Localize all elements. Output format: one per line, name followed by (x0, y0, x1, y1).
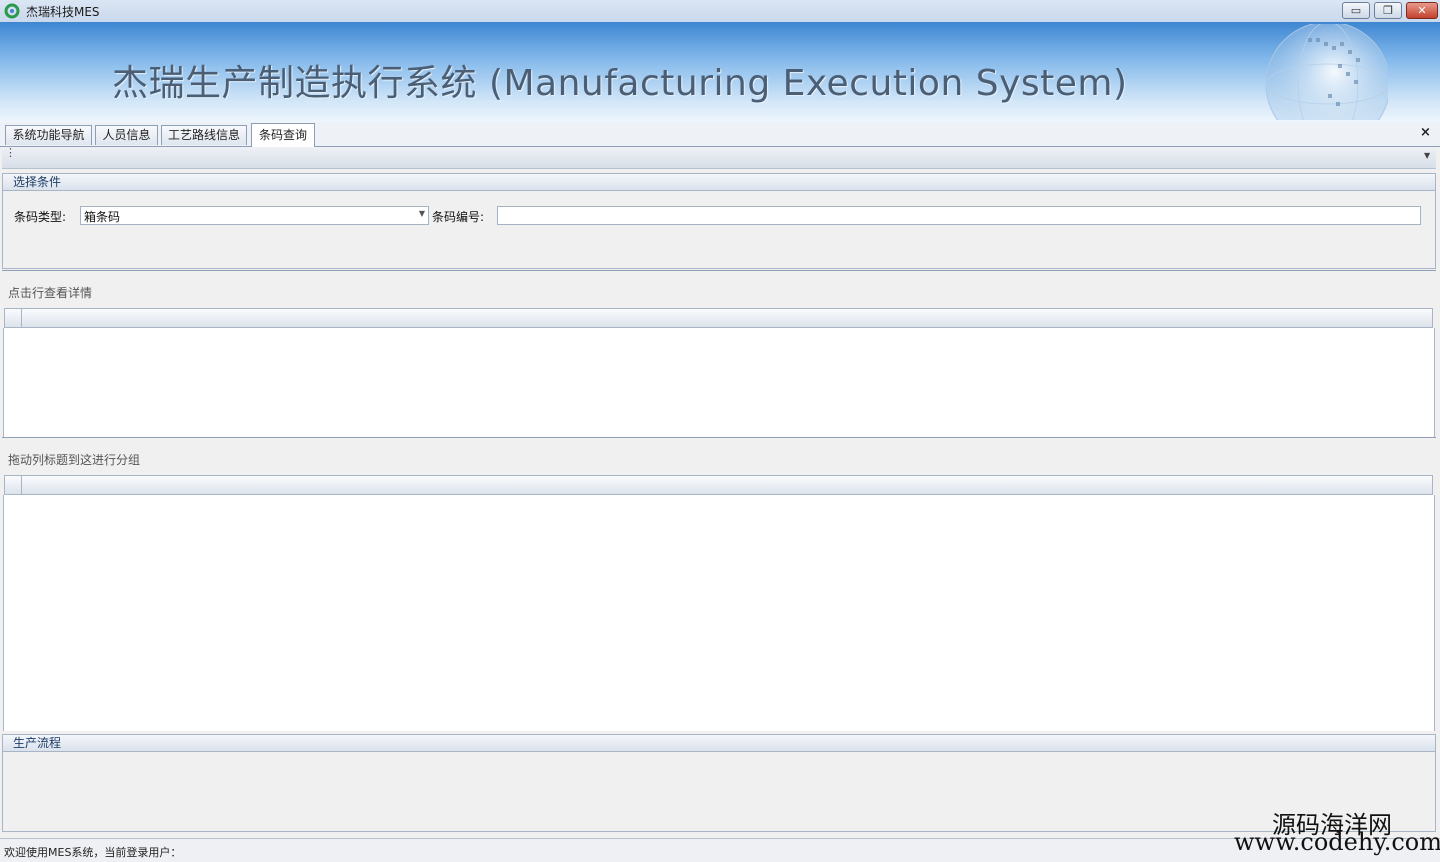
panel-divider[interactable] (2, 437, 1436, 438)
tab-system-navigation[interactable]: 系统功能导航 (5, 125, 92, 145)
status-text: 欢迎使用MES系统，当前登录用户： (4, 846, 182, 859)
watermark-url: www.codehy.com (1234, 828, 1440, 856)
title-bar: 杰瑞科技MES ▭ ❐ ✕ (0, 0, 1440, 23)
chevron-down-icon[interactable]: ▼ (419, 209, 425, 218)
process-group-header: 生产流程 (2, 734, 1436, 752)
barcode-type-value: 箱条码 (84, 210, 121, 224)
app-logo-icon (4, 3, 20, 19)
minimize-icon: ▭ (1350, 4, 1362, 17)
tab-barcode-query[interactable]: 条码查询 (251, 123, 315, 147)
close-button[interactable]: ✕ (1406, 2, 1438, 19)
barcode-number-label: 条码编号: (432, 210, 485, 224)
grid-detail-caption: 点击行查看详情 (8, 286, 93, 300)
tab-process-route[interactable]: 工艺路线信息 (161, 125, 247, 145)
group-panel-caption[interactable]: 拖动列标题到这进行分组 (8, 451, 140, 468)
toolbar-options-icon[interactable]: ▼ (1424, 151, 1430, 160)
condition-group-header: 选择条件 (2, 173, 1436, 191)
globe-graphic-icon (1265, 24, 1388, 120)
result-grid-header[interactable] (4, 475, 1433, 495)
barcode-type-label: 条码类型: (14, 210, 67, 224)
toolbar: ⋮ ▼ (2, 147, 1436, 169)
close-icon: ✕ (1417, 4, 1427, 17)
barcode-number-input[interactable] (497, 206, 1421, 225)
detail-grid-header[interactable] (4, 308, 1433, 328)
status-bar: 欢迎使用MES系统，当前登录用户： (0, 838, 1440, 862)
restore-button[interactable]: ❐ (1374, 2, 1402, 19)
grid-corner-cell[interactable] (5, 309, 22, 327)
restore-icon: ❐ (1383, 4, 1393, 17)
panel-divider (2, 270, 1436, 271)
tab-strip: 系统功能导航 人员信息 工艺路线信息 条码查询 × (0, 122, 1440, 147)
tab-staff-info[interactable]: 人员信息 (95, 125, 158, 145)
result-grid-body[interactable] (3, 495, 1435, 731)
process-group-body (2, 752, 1436, 832)
system-title: 杰瑞生产制造执行系统 (Manufacturing Execution Syst… (112, 63, 1128, 104)
close-tab-icon[interactable]: × (1420, 125, 1431, 140)
header-banner: 杰瑞生产制造执行系统 (Manufacturing Execution Syst… (0, 22, 1440, 122)
toolbar-grip-icon[interactable]: ⋮ (5, 147, 16, 158)
detail-grid-body[interactable] (3, 328, 1435, 437)
barcode-type-select[interactable]: 箱条码 ▼ (80, 206, 429, 225)
minimize-button[interactable]: ▭ (1342, 2, 1370, 19)
grid-corner-cell[interactable] (5, 476, 22, 494)
window-title: 杰瑞科技MES (26, 5, 100, 19)
condition-group-body (2, 191, 1436, 269)
